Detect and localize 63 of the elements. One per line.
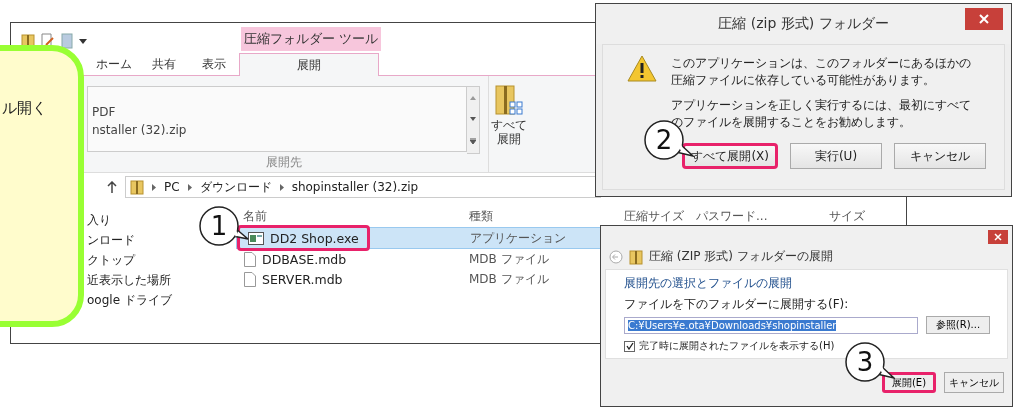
- nav-item[interactable]: 入り: [87, 212, 111, 229]
- file-name-text: DDBASE.mdb: [262, 251, 347, 267]
- close-icon[interactable]: [994, 233, 1002, 241]
- file-name-text: SERVER.mdb: [262, 271, 343, 287]
- up-arrow-icon[interactable]: [107, 181, 117, 193]
- file-type: MDB ファイル: [468, 270, 549, 288]
- path-input-field[interactable]: C:¥Users¥e.ota¥Downloads¥shopinstaller: [624, 316, 918, 334]
- column-header[interactable]: パスワード...: [689, 207, 768, 225]
- destination-item[interactable]: nstaller (32).zip: [92, 123, 187, 137]
- folder-icon: [130, 179, 144, 195]
- note-text: ル開く: [2, 99, 47, 118]
- field-label: ファイルを下のフォルダーに展開する(F):: [624, 296, 849, 313]
- column-header[interactable]: 圧縮サイズ: [617, 207, 684, 225]
- warning-icon: [627, 55, 657, 82]
- zip-folder-icon: [494, 84, 524, 118]
- nav-item[interactable]: 近表示した場所: [87, 272, 171, 289]
- extract-all-button[interactable]: すべて展開: [489, 76, 529, 172]
- nav-item[interactable]: ンロード: [87, 232, 135, 249]
- chevron-icon[interactable]: [152, 183, 156, 191]
- scroll-down-icon[interactable]: [470, 117, 476, 121]
- dialog-button[interactable]: 実行(U): [790, 143, 882, 169]
- dialog-button[interactable]: 展開(E): [882, 372, 936, 393]
- file-type: アプリケーション: [469, 229, 566, 247]
- new-folder-icon: [61, 33, 73, 49]
- column-header[interactable]: サイズ: [822, 207, 865, 225]
- chevron-icon[interactable]: [279, 183, 284, 191]
- file-name-text: DD2 Shop.exe: [270, 230, 359, 246]
- checkbox-label[interactable]: 完了時に展開されたファイルを表示する(H): [639, 339, 835, 353]
- close-icon[interactable]: [979, 14, 989, 24]
- document-icon: [244, 271, 256, 287]
- dialog-message: このアプリケーションは、このフォルダーにあるほかの圧縮ファイルに依存している可能性があります。: [671, 55, 972, 89]
- document-icon: [244, 251, 256, 267]
- dialog-title: 圧縮 (zip 形式) フォルダー: [718, 15, 889, 33]
- dialog-button[interactable]: キャンセル: [894, 143, 986, 169]
- column-header[interactable]: 種類: [462, 207, 493, 225]
- breadcrumb[interactable]: PC: [164, 180, 180, 194]
- ribbon-tab[interactable]: 共有: [139, 53, 189, 75]
- dialog-button[interactable]: キャンセル: [944, 372, 1004, 393]
- checkbox[interactable]: [624, 340, 635, 352]
- close-button[interactable]: [988, 230, 1008, 244]
- folder-icon: [629, 248, 643, 265]
- nav-item[interactable]: クトップ: [87, 252, 135, 269]
- browse-button[interactable]: 参照(R)...: [926, 316, 990, 334]
- address-bar[interactable]: PC ダウンロード shopinstaller (32).zip: [125, 176, 601, 198]
- context-tab-label: 圧縮フォルダー ツール: [241, 27, 381, 51]
- expand-icon[interactable]: [470, 138, 476, 145]
- dropdown-arrow-icon[interactable]: [79, 37, 87, 45]
- breadcrumb[interactable]: shopinstaller (32).zip: [291, 180, 419, 194]
- nav-item[interactable]: oogle ドライブ: [87, 292, 172, 309]
- ribbon-tab[interactable]: 展開: [239, 53, 379, 76]
- dialog-title: 圧縮 (ZIP 形式) フォルダーの展開: [649, 248, 833, 265]
- close-button[interactable]: [965, 8, 1003, 30]
- destination-list[interactable]: PDF nstaller (32).zip: [87, 86, 467, 152]
- ribbon-tab[interactable]: ホーム: [89, 53, 139, 75]
- section-heading: 展開先の選択とファイルの展開: [624, 275, 792, 292]
- file-type: MDB ファイル: [468, 250, 549, 268]
- destination-item[interactable]: PDF: [92, 105, 116, 119]
- application-icon: [248, 231, 264, 245]
- group-label: 展開先: [265, 154, 302, 171]
- ribbon-tab[interactable]: 表示: [189, 53, 239, 75]
- breadcrumb[interactable]: ダウンロード: [199, 178, 272, 196]
- chevron-icon[interactable]: [187, 183, 192, 191]
- dialog-button[interactable]: すべて展開(X): [682, 143, 778, 169]
